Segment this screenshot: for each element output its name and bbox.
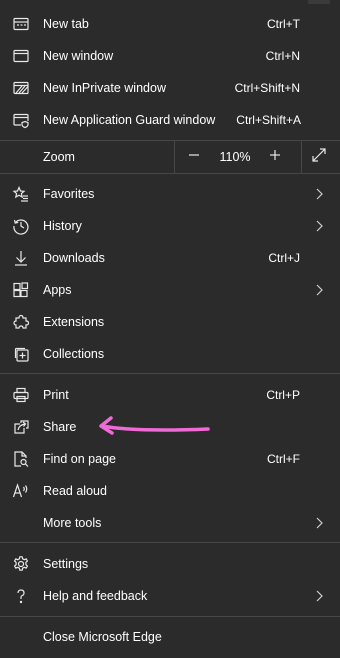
menu-item-label: Print	[43, 388, 69, 402]
menu-top-nub	[308, 0, 330, 4]
menu-item-close-edge[interactable]: Close Microsoft Edge	[0, 621, 340, 653]
menu-item-label: History	[43, 219, 82, 233]
menu-item-print[interactable]: Print Ctrl+P	[0, 379, 340, 411]
menu-item-new-app-guard[interactable]: New Application Guard window Ctrl+Shift+…	[0, 104, 340, 136]
menu-item-favorites[interactable]: Favorites	[0, 178, 340, 210]
menu-item-label: Settings	[43, 557, 89, 571]
apps-icon	[11, 280, 31, 300]
menu-item-shortcut: Ctrl+J	[268, 251, 300, 265]
menu-item-shortcut: Ctrl+Shift+N	[234, 81, 300, 95]
window-icon	[11, 46, 31, 66]
menu-item-label: Help and feedback	[43, 589, 148, 603]
menu-item-label: New window	[43, 49, 114, 63]
question-icon	[11, 586, 31, 606]
menu-item-shortcut: Ctrl+N	[265, 49, 300, 63]
menu-item-label: Extensions	[43, 315, 105, 329]
menu-item-shortcut: Ctrl+F	[267, 452, 300, 466]
annotation-arrow	[99, 416, 210, 435]
menu-item-find-on-page[interactable]: Find on page Ctrl+F	[0, 443, 340, 475]
app-guard-icon	[11, 110, 31, 130]
menu-item-label: Collections	[43, 347, 105, 361]
menu-divider	[0, 173, 340, 174]
zoom-level: 110%	[219, 150, 251, 164]
puzzle-icon	[11, 312, 31, 332]
history-icon	[11, 216, 31, 236]
menu-divider	[0, 373, 340, 374]
chevron-right-icon	[314, 219, 324, 233]
find-page-icon	[11, 449, 31, 469]
download-icon	[11, 248, 31, 268]
inprivate-icon	[11, 78, 31, 98]
menu-item-extensions[interactable]: Extensions	[0, 306, 340, 338]
menu-item-more-tools[interactable]: More tools	[0, 507, 340, 539]
menu-item-label: New Application Guard window	[43, 113, 216, 127]
menu-item-label: New tab	[43, 17, 89, 31]
menu-divider	[0, 616, 340, 617]
menu-item-new-inprivate[interactable]: New InPrivate window Ctrl+Shift+N	[0, 72, 340, 104]
fullscreen-button[interactable]	[302, 141, 336, 173]
plus-icon	[269, 148, 281, 166]
chevron-right-icon	[314, 516, 324, 530]
zoom-separator	[174, 141, 175, 173]
zoom-in-button[interactable]	[260, 141, 290, 173]
edge-settings-menu: New tab Ctrl+T New window Ctrl+N New InP…	[0, 0, 340, 658]
chevron-right-icon	[314, 187, 324, 201]
menu-item-new-window[interactable]: New window Ctrl+N	[0, 40, 340, 72]
menu-item-history[interactable]: History	[0, 210, 340, 242]
menu-item-read-aloud[interactable]: Read aloud	[0, 475, 340, 507]
menu-item-label: More tools	[43, 516, 102, 530]
menu-divider	[0, 542, 340, 543]
menu-item-collections[interactable]: Collections	[0, 338, 340, 370]
collections-icon	[11, 344, 31, 364]
new-tab-icon	[11, 14, 31, 34]
gear-icon	[11, 554, 31, 574]
menu-item-label: New InPrivate window	[43, 81, 166, 95]
menu-item-shortcut: Ctrl+Shift+A	[236, 113, 301, 127]
menu-item-shortcut: Ctrl+T	[267, 17, 300, 31]
zoom-label: Zoom	[43, 150, 75, 164]
menu-item-settings[interactable]: Settings	[0, 548, 340, 580]
menu-item-label: Close Microsoft Edge	[43, 630, 162, 644]
menu-item-label: Share	[43, 420, 77, 434]
menu-item-apps[interactable]: Apps	[0, 274, 340, 306]
star-list-icon	[11, 184, 31, 204]
share-icon	[11, 417, 31, 437]
menu-item-label: Downloads	[43, 251, 105, 265]
menu-item-label: Favorites	[43, 187, 95, 201]
menu-item-help-feedback[interactable]: Help and feedback	[0, 580, 340, 612]
read-aloud-icon	[11, 481, 31, 501]
menu-item-label: Find on page	[43, 452, 116, 466]
chevron-right-icon	[314, 283, 324, 297]
zoom-out-button[interactable]	[179, 141, 209, 173]
menu-item-downloads[interactable]: Downloads Ctrl+J	[0, 242, 340, 274]
printer-icon	[11, 385, 31, 405]
menu-item-shortcut: Ctrl+P	[266, 388, 300, 402]
minus-icon	[188, 148, 200, 166]
menu-top-edge	[0, 0, 340, 8]
menu-item-new-tab[interactable]: New tab Ctrl+T	[0, 8, 340, 40]
fullscreen-icon	[311, 147, 327, 168]
chevron-right-icon	[314, 589, 324, 603]
menu-item-label: Apps	[43, 283, 72, 297]
menu-item-label: Read aloud	[43, 484, 107, 498]
